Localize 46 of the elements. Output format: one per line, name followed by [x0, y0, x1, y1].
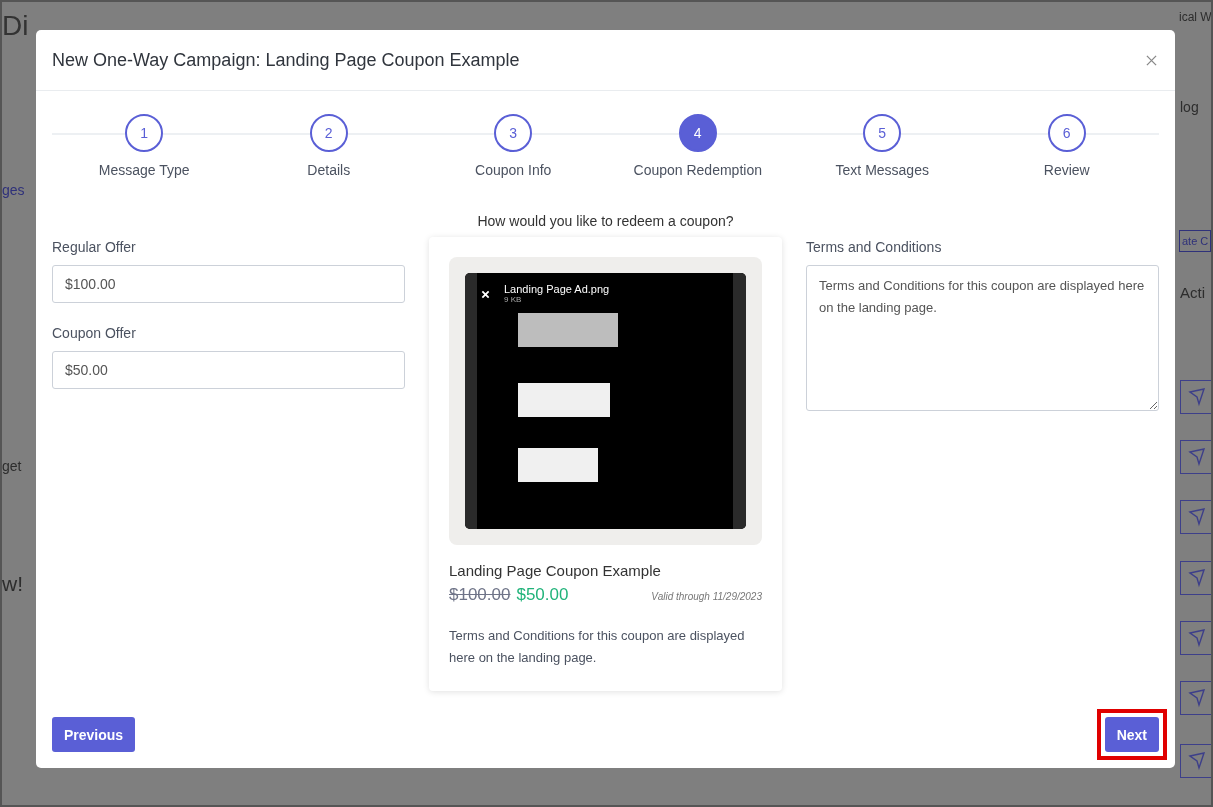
background-text: Di [2, 10, 29, 42]
input-field[interactable]: $50.00 [52, 351, 405, 389]
field-label: Terms and Conditions [806, 239, 943, 255]
field-label: Regular Offer [52, 239, 137, 255]
background-text: w! [2, 572, 23, 596]
background-text: ical W [1179, 10, 1211, 24]
step-number[interactable]: 6 [1047, 114, 1086, 152]
send-icon [1180, 500, 1211, 534]
step-number[interactable]: 5 [863, 114, 902, 152]
step-number[interactable]: 3 [494, 114, 533, 152]
send-icon [1180, 380, 1211, 414]
input-field[interactable]: $100.00 [52, 265, 405, 303]
send-icon [1180, 561, 1211, 595]
background-text: Acti [1180, 284, 1205, 301]
close-icon[interactable] [1146, 54, 1157, 66]
terms-text: Terms and Conditions for this coupon are displayed here on the landing page. [449, 627, 746, 667]
step-label: Text Messages [835, 162, 929, 178]
step-label: Details [307, 162, 351, 178]
remove-icon[interactable] [481, 290, 490, 299]
step-label: Review [1043, 162, 1090, 178]
step-number[interactable]: 1 [125, 114, 164, 152]
background-text: get [2, 458, 22, 474]
file-size: 9 KB [504, 295, 523, 304]
step-label: Message Type [98, 162, 190, 178]
step-label: Coupon Redemption [633, 162, 762, 178]
question-text: How would you like to redeem a coupon? [476, 213, 735, 229]
field-label: Coupon Offer [52, 325, 137, 341]
valid-date: Valid through 11/29/2023 [651, 591, 762, 602]
background-text: log [1180, 99, 1199, 115]
regular-price: $100.00 [449, 585, 511, 605]
send-icon [1180, 440, 1211, 474]
send-icon [1180, 681, 1211, 715]
terms-field[interactable]: Terms and Conditions for this coupon are displayed here on the landing page. [806, 265, 1159, 411]
step-number[interactable]: 2 [309, 114, 348, 152]
background-text: ate C [1179, 230, 1211, 252]
modal-title: New One-Way Campaign: Landing Page Coupon Example [52, 49, 520, 71]
step-label: Coupon Info [475, 162, 552, 178]
file-name: Landing Page Ad.png [504, 283, 610, 295]
send-icon [1180, 621, 1211, 655]
previous-button[interactable]: Previous [52, 717, 136, 752]
next-button[interactable]: Next [1104, 717, 1159, 752]
coupon-price: $50.00 [516, 585, 569, 605]
coupon-title: Landing Page Coupon Example [449, 562, 662, 579]
send-icon [1180, 744, 1211, 778]
step-number[interactable]: 4 [678, 114, 717, 152]
background-text: ges [2, 182, 25, 198]
